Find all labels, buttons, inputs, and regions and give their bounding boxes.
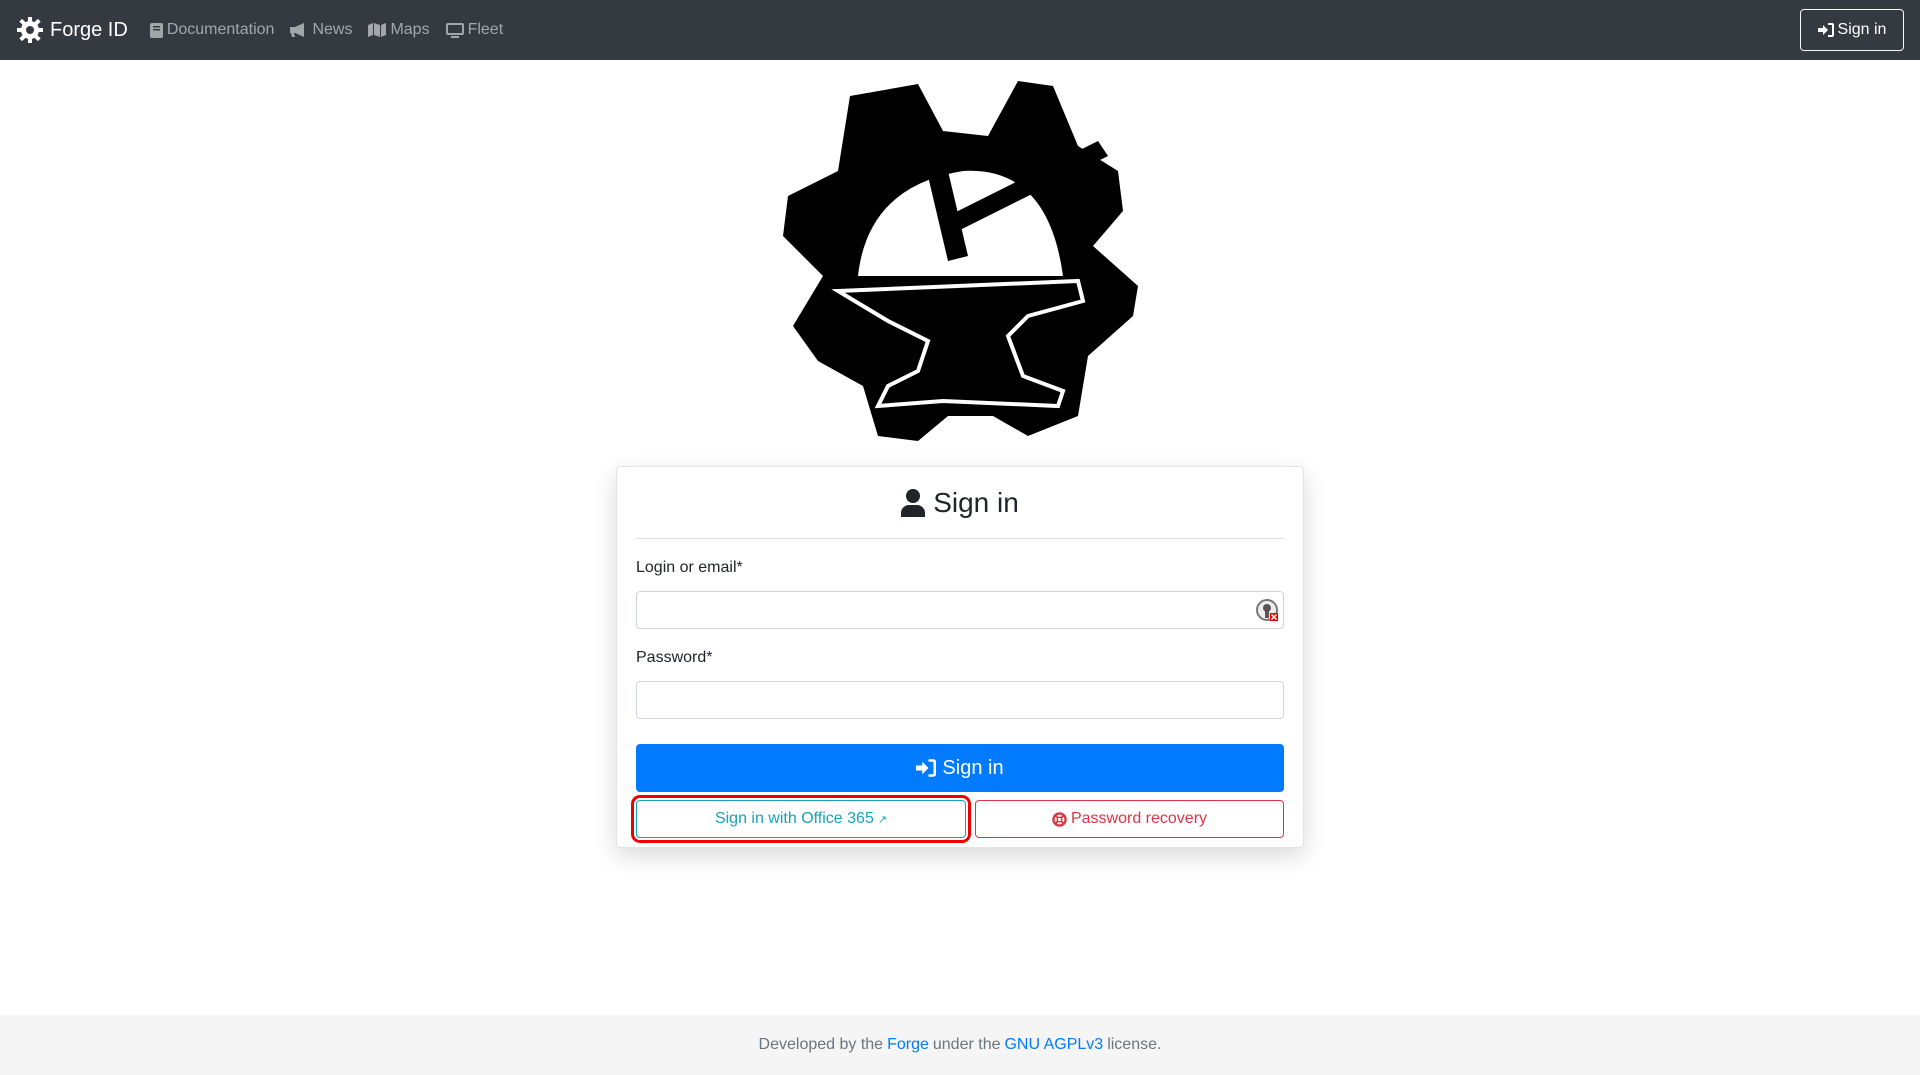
user-icon [901, 488, 926, 517]
footer-prefix: Developed by the [758, 1036, 884, 1053]
nav-news-label: News [312, 21, 353, 38]
nav-fleet[interactable]: Fleet [445, 21, 504, 39]
footer-suffix: license. [1107, 1036, 1162, 1053]
password-label: Password* [636, 649, 713, 666]
nav-documentation[interactable]: Documentation [149, 21, 275, 39]
forge-link[interactable]: Forge [887, 1036, 929, 1054]
bullhorn-icon [290, 23, 305, 37]
sign-in-icon [1817, 23, 1834, 37]
navbar-sign-in-button[interactable]: Sign in [1800, 9, 1904, 51]
footer-middle: under the [932, 1036, 1001, 1053]
top-navbar: Forge ID Documentation News Maps Fleet S… [0, 0, 1920, 60]
secondary-actions: Sign in with Office 365 ↗ Password recov… [631, 795, 1284, 843]
map-icon [368, 23, 387, 37]
sign-in-icon [916, 759, 937, 777]
forge-logo-icon [783, 81, 1138, 441]
life-ring-icon [1052, 811, 1067, 827]
sign-in-submit-label: Sign in [942, 756, 1004, 779]
desktop-icon [445, 22, 464, 38]
nav-fleet-label: Fleet [467, 21, 504, 38]
footer: Developed by the Forge under the GNU AGP… [0, 1015, 1920, 1075]
card-title-text: Sign in [933, 486, 1019, 518]
login-label: Login or email* [636, 559, 743, 576]
sign-in-submit-button[interactable]: Sign in [636, 744, 1284, 792]
forge-gear-icon [17, 17, 43, 43]
office365-label: Sign in with Office 365 [714, 810, 874, 827]
external-link-icon: ↗ [877, 813, 888, 826]
brand-name: Forge ID [50, 18, 128, 41]
book-icon [149, 22, 163, 38]
nav-news[interactable]: News [290, 21, 352, 39]
sign-in-card: Sign in Login or email* Password* Sign i… [616, 466, 1304, 848]
card-title: Sign in [636, 467, 1284, 539]
nav-documentation-label: Documentation [166, 21, 275, 38]
password-recovery-button[interactable]: Password recovery [975, 800, 1284, 838]
nav-maps[interactable]: Maps [368, 21, 430, 39]
password-recovery-label: Password recovery [1070, 810, 1208, 827]
license-link[interactable]: GNU AGPLv3 [1004, 1036, 1103, 1054]
password-field-wrapper [636, 681, 1284, 719]
login-field-wrapper [636, 591, 1284, 629]
nav-maps-label: Maps [390, 21, 430, 38]
keepass-icon[interactable] [1256, 599, 1278, 621]
navbar-sign-in-label: Sign in [1837, 21, 1887, 38]
office365-sign-in-button[interactable]: Sign in with Office 365 ↗ [631, 795, 971, 843]
password-input[interactable] [637, 682, 1283, 718]
brand-link[interactable]: Forge ID [16, 16, 128, 44]
login-input[interactable] [637, 592, 1283, 628]
